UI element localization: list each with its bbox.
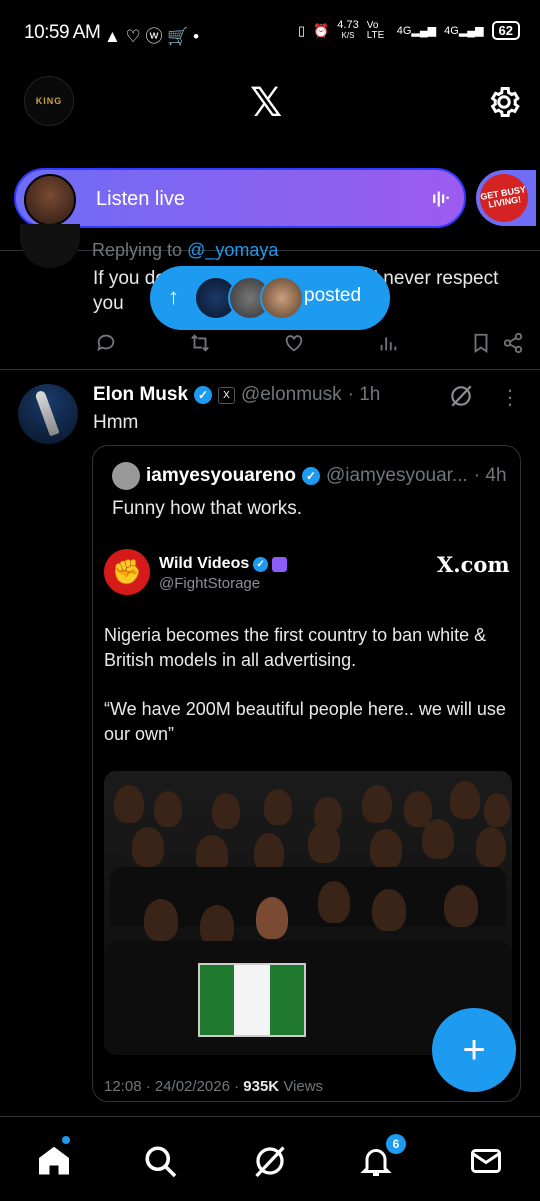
embed-meta: 12:08 · 24/02/2026 · 935K Views <box>104 1078 323 1095</box>
posted-label: posted <box>304 285 362 306</box>
tweet2-header: Elon Musk ✓ X @elonmusk · 1h <box>93 384 380 406</box>
more-options-icon[interactable]: · · · <box>506 379 514 415</box>
compose-post-button[interactable]: + <box>432 1008 516 1092</box>
embed-paragraph-2: “We have 200M beautiful people here.. we… <box>104 699 506 744</box>
quote-text: Funny how that works. <box>112 498 303 519</box>
quote-author-avatar[interactable] <box>112 462 140 490</box>
author-name[interactable]: Elon Musk <box>93 384 188 406</box>
audio-bars-icon: ı|ı· <box>432 190 451 207</box>
second-space-avatar: GET BUSY LIVING! <box>476 170 532 226</box>
quote-author-name[interactable]: iamyesyouareno <box>146 465 296 487</box>
wild-videos-fist-avatar: ✊ <box>104 549 150 595</box>
replying-to: Replying to @_yomaya <box>92 240 278 261</box>
quote-header: iamyesyouareno ✓ @iamyesyouar... · 4h <box>112 462 507 490</box>
x-affiliate-badge-icon: X <box>218 386 236 404</box>
bottom-navigation <box>0 1116 540 1201</box>
settings-gear-icon[interactable] <box>486 84 522 120</box>
verified-badge-icon: ✓ <box>253 556 269 572</box>
tweet2-text: Hmm <box>93 412 139 433</box>
verified-badge-icon: ✓ <box>194 386 213 404</box>
status-bar: 10:59 AM ▲ ♡ ⓦ 🛒 • ▯ ⏰ 4.73 K/S Vo LTE 4G… <box>0 0 540 66</box>
elon-musk-avatar[interactable] <box>18 384 78 444</box>
group-photo-image[interactable] <box>104 771 512 1055</box>
speed-unit: K/S <box>341 31 355 40</box>
listen-live-label: Listen live <box>96 188 185 210</box>
replying-handle[interactable]: @_yomaya <box>187 240 278 260</box>
like-icon[interactable] <box>282 331 306 355</box>
status-right: ▯ ⏰ 4.73 K/S Vo LTE 4G▂▄▆ 4G▂▄▆ 62 <box>298 20 520 41</box>
signal-2: 4G▂▄▆ <box>444 25 484 37</box>
embed-paragraph-1: Nigeria becomes the first country to ban… <box>104 625 487 670</box>
embed-views-count: 935K <box>243 1078 280 1095</box>
tweet-time: · 1h <box>347 384 381 405</box>
rocket-image <box>34 389 60 437</box>
reply-icon[interactable] <box>94 331 118 355</box>
quote-time: · 4h <box>473 465 507 486</box>
notifications-badge: 6 <box>386 1134 406 1154</box>
avatar-label: KING <box>35 96 63 106</box>
x-logo-icon[interactable]: 𝕏 <box>250 80 282 126</box>
search-icon[interactable] <box>142 1143 178 1179</box>
home-new-dot <box>62 1136 70 1144</box>
volte-label: Vo LTE <box>366 19 385 41</box>
embed-views-label: Views <box>283 1078 324 1095</box>
flag-green-left <box>200 965 234 1035</box>
listen-live-space[interactable]: Listen live ı|ı· <box>14 168 466 228</box>
second-space[interactable]: GET BUSY LIVING! <box>476 170 536 226</box>
signal-1-label: 4G <box>396 25 412 37</box>
posted-avatar-3 <box>260 276 304 320</box>
status-time: 10:59 AM <box>24 22 101 43</box>
signal-1: 4G▂▄▆ <box>396 25 437 37</box>
replying-label: Replying to <box>92 240 183 260</box>
arrow-up-icon: ↑ <box>168 284 179 309</box>
plus-icon: + <box>462 1027 486 1072</box>
divider <box>0 369 540 370</box>
xcom-watermark: X.com <box>437 552 510 577</box>
tweet1-avatar[interactable] <box>20 224 80 268</box>
bookmark-icon[interactable] <box>470 332 492 354</box>
grok-nav-icon[interactable] <box>252 1143 288 1179</box>
share-icon[interactable] <box>502 332 524 354</box>
bookmark-share-group <box>470 331 524 355</box>
grok-icon[interactable] <box>448 383 474 409</box>
nigeria-flag-image <box>198 963 306 1037</box>
signal-2-label: 4G <box>444 25 459 37</box>
embed-author-handle: @FightStorage <box>159 575 261 592</box>
repost-icon[interactable] <box>188 331 212 355</box>
embed-timestamp: 12:08 · 24/02/2026 · <box>104 1078 240 1095</box>
tweet1-actions <box>94 331 524 355</box>
status-notification-icons: ▲ ♡ ⓦ 🛒 • <box>104 27 200 46</box>
profile-avatar[interactable]: KING <box>24 76 74 126</box>
alarm-icon: ⏰ <box>313 22 330 38</box>
speed-value: 4.73 <box>337 19 359 31</box>
affiliate-badge-icon <box>272 556 288 572</box>
new-posts-pill[interactable]: ↑ posted <box>150 266 390 330</box>
author-handle[interactable]: @elonmusk <box>241 384 342 406</box>
quote-author-handle[interactable]: @iamyesyouar... <box>326 465 468 487</box>
battery-indicator: 62 <box>491 21 520 40</box>
messages-envelope-icon[interactable] <box>468 1143 504 1179</box>
space-host-avatar <box>24 174 76 226</box>
flag-green-right <box>270 965 304 1035</box>
embed-author-name: Wild Videos <box>159 555 250 572</box>
network-speed: 4.73 K/S <box>337 20 358 41</box>
embed-author: Wild Videos ✓ <box>159 555 288 573</box>
home-icon[interactable] <box>36 1143 72 1179</box>
verified-badge-icon: ✓ <box>301 467 320 485</box>
views-icon[interactable] <box>376 331 400 355</box>
vibrate-icon: ▯ <box>297 22 306 38</box>
